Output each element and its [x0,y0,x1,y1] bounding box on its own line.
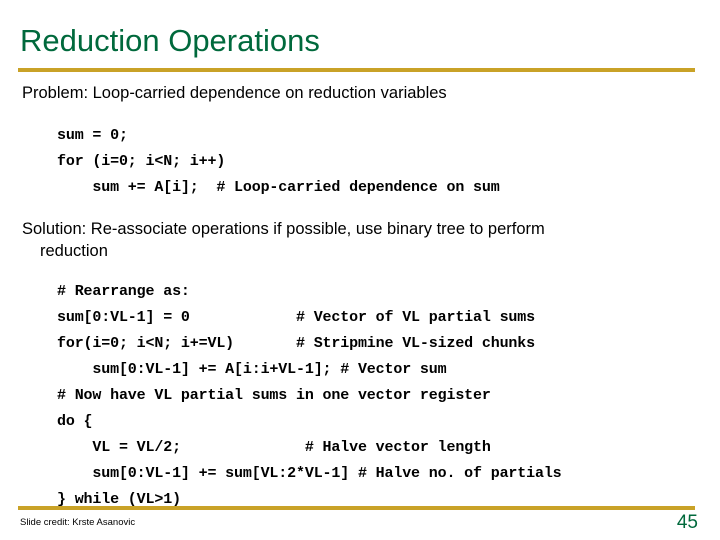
page-title: Reduction Operations [20,23,320,58]
problem-statement: Problem: Loop-carried dependence on redu… [22,84,447,102]
footer-divider [18,506,695,510]
slide: Reduction Operations Problem: Loop-carri… [0,0,720,540]
slide-credit: Slide credit: Krste Asanovic [20,517,136,528]
title-divider [18,68,695,72]
code-block-problem: sum = 0; for (i=0; i<N; i++) sum += A[i]… [57,127,500,196]
solution-statement-line2: reduction [40,242,108,260]
code-block-solution: # Rearrange as: sum[0:VL-1] = 0 # Vector… [57,283,562,508]
solution-statement-line1: Solution: Re-associate operations if pos… [22,220,545,238]
page-number: 45 [676,512,698,533]
solution-statement: Solution: Re-associate operations if pos… [22,218,692,262]
